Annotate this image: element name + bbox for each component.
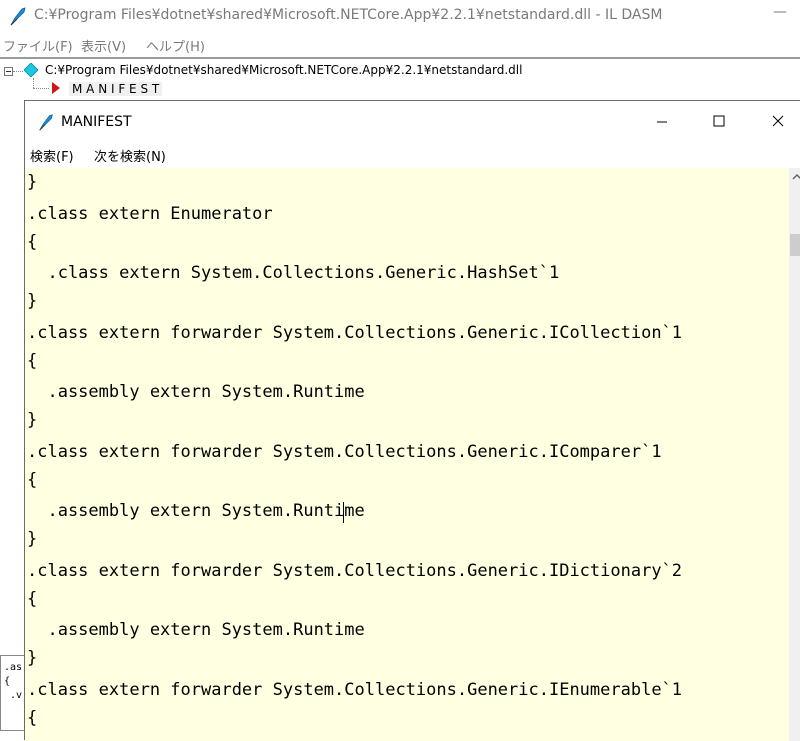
close-icon [772, 115, 784, 127]
code-line: { [27, 708, 38, 728]
code-line: } [27, 172, 38, 192]
code-line: .class extern System.Collections.Generic… [27, 263, 560, 283]
code-line: .assembly extern System.Runtime [27, 382, 365, 402]
bg-code-line: { [4, 676, 11, 687]
code-line: } [27, 529, 38, 549]
main-menubar: ファイル(F) 表示(V) ヘルプ(H) [0, 33, 800, 55]
main-separator [0, 57, 800, 59]
menu-find[interactable]: 検索(F) [30, 146, 74, 165]
manifest-window-title: MANIFEST [61, 114, 132, 130]
main-window-title: C:¥Program Files¥dotnet¥shared¥Microsoft… [34, 7, 663, 23]
code-line: { [27, 470, 38, 490]
code-line: .class extern Enumerator [27, 204, 273, 224]
manifest-menubar: 検索(F) 次を検索(N) [25, 141, 800, 167]
menu-view[interactable]: 表示(V) [81, 36, 126, 55]
code-line: } [27, 410, 38, 430]
code-line: { [27, 232, 38, 252]
background-code-window: .as { .v [0, 655, 26, 731]
vertical-scrollbar[interactable] [789, 168, 800, 741]
manifest-window: MANIFEST 検索(F) 次を検索(N) } .class extern E… [24, 100, 800, 741]
manifest-text-area[interactable]: } .class extern Enumerator { .class exte… [25, 168, 789, 741]
bg-code-line: .as [4, 662, 23, 673]
tree-connector [33, 78, 34, 88]
code-line: .assembly extern System.Runtime [27, 501, 365, 521]
code-line: { [27, 589, 38, 609]
assembly-tree: C:¥Program Files¥dotnet¥shared¥Microsoft… [0, 60, 800, 100]
code-line: } [27, 291, 38, 311]
main-titlebar: C:¥Program Files¥dotnet¥shared¥Microsoft… [0, 0, 800, 33]
text-caret [343, 502, 344, 523]
tree-manifest-node[interactable]: M A N I F E S T [69, 82, 163, 96]
minimize-button[interactable] [639, 101, 685, 141]
scroll-thumb[interactable] [790, 234, 800, 256]
maximize-button[interactable] [696, 101, 742, 141]
minimize-icon [657, 121, 667, 123]
menu-help[interactable]: ヘルプ(H) [146, 36, 205, 55]
code-line: } [27, 648, 38, 668]
scroll-up-arrow-icon[interactable] [789, 168, 800, 185]
red-triangle-icon [52, 82, 60, 94]
ildasm-quill-icon [10, 7, 26, 26]
main-minimize-button[interactable]: — [760, 0, 800, 30]
manifest-titlebar: MANIFEST [25, 101, 800, 141]
tree-connector [13, 71, 23, 72]
tree-connector [33, 88, 49, 89]
code-line: .class extern forwarder System.Collectio… [27, 442, 662, 462]
collapse-toggle[interactable] [4, 67, 13, 76]
close-button[interactable] [755, 101, 800, 141]
code-line: .assembly extern System.Runtime [27, 620, 365, 640]
code-line: { [27, 351, 38, 371]
code-line: .class extern forwarder System.Collectio… [27, 323, 683, 343]
maximize-icon [713, 115, 725, 127]
ildasm-quill-icon [39, 114, 53, 131]
code-line: .class extern forwarder System.Collectio… [27, 680, 683, 700]
bg-code-line: .v [4, 690, 23, 701]
menu-find-next[interactable]: 次を検索(N) [94, 146, 166, 165]
tree-root-label[interactable]: C:¥Program Files¥dotnet¥shared¥Microsoft… [45, 63, 522, 77]
code-line: .class extern forwarder System.Collectio… [27, 561, 683, 581]
diamond-icon [24, 63, 38, 77]
menu-file[interactable]: ファイル(F) [3, 36, 73, 55]
